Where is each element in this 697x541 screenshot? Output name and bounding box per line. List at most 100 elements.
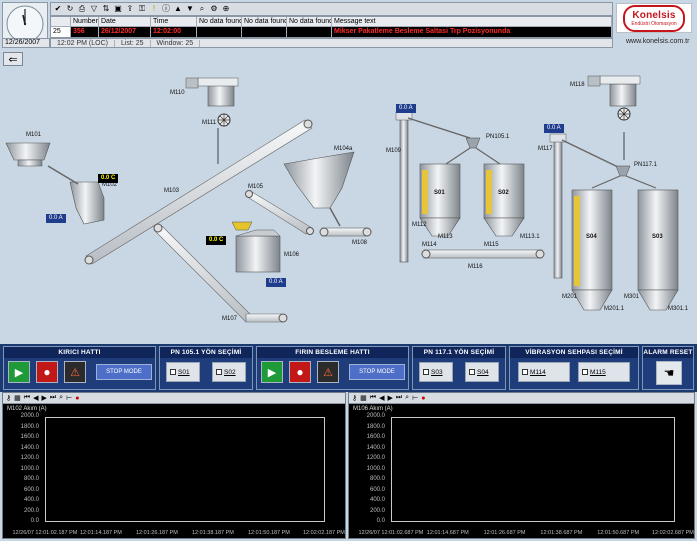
- tag-pn117: PN117.1: [634, 162, 657, 168]
- save-icon[interactable]: ▣: [113, 4, 123, 14]
- y-tick-label: 400.0: [23, 497, 39, 503]
- alarm-cell-empty: [242, 27, 287, 37]
- stop-icon[interactable]: ●: [75, 395, 79, 402]
- column-header-empty[interactable]: No data found: [197, 17, 242, 26]
- conveyor-m108[interactable]: [319, 227, 372, 237]
- y-tick-label: 800.0: [369, 476, 385, 482]
- diverter-pn105[interactable]: [445, 137, 501, 165]
- warning-icon[interactable]: !: [149, 4, 159, 14]
- column-header-number[interactable]: Number: [71, 17, 99, 26]
- info-icon[interactable]: ⓘ: [161, 4, 171, 14]
- process-mimic: M101 M102 M103 M104a M105 M106 M107 M108…: [0, 48, 697, 342]
- trend-chart-m106: ⚷ ▦ ⏮ ◀ ▶ ⏭ ⌕ ⊢ ● M106 Akım (A) 2000.0 18…: [348, 392, 695, 539]
- tag-m112: M112: [412, 222, 427, 228]
- mode-indicator: STOP MODE: [96, 364, 152, 380]
- panel-title: FIRIN BESLEME HATTI: [257, 347, 408, 358]
- settings-icon[interactable]: ⚙: [209, 4, 219, 14]
- first-icon[interactable]: ⏮: [370, 394, 376, 402]
- checkbox-s02[interactable]: S02: [212, 362, 246, 382]
- prev-icon[interactable]: ◀: [379, 394, 384, 402]
- refresh-icon[interactable]: ↻: [65, 4, 75, 14]
- y-tick-label: 1200.0: [20, 455, 39, 461]
- down-icon[interactable]: ▼: [185, 4, 195, 14]
- column-header-date[interactable]: Date: [99, 17, 151, 26]
- status-window: Window: 25: [151, 39, 201, 47]
- mixer-m104a[interactable]: [283, 151, 355, 227]
- alarm-ack-icon[interactable]: ✔: [53, 4, 63, 14]
- hopper-m101[interactable]: [5, 142, 51, 167]
- key-icon[interactable]: ⚷: [352, 394, 357, 402]
- tag-m116: M116: [468, 264, 483, 270]
- filter-icon[interactable]: ▽: [89, 4, 99, 14]
- checkbox-s01[interactable]: S01: [166, 362, 200, 382]
- alarm-reset-button[interactable]: ☚: [656, 361, 682, 385]
- up-icon[interactable]: ▲: [173, 4, 183, 14]
- stop-button[interactable]: ●: [289, 361, 311, 383]
- diverter-pn117[interactable]: [591, 165, 657, 189]
- y-tick-label: 600.0: [369, 486, 385, 493]
- checkbox-s04[interactable]: S04: [465, 362, 499, 382]
- x-tick-label: 12:02:02.187 PM: [303, 530, 345, 536]
- table-header: Number Date Time No data found No data f…: [51, 17, 612, 27]
- start-button[interactable]: ▶: [8, 361, 30, 383]
- checkbox-label: S01: [178, 368, 190, 376]
- mixer-m118[interactable]: [587, 75, 641, 160]
- key-icon[interactable]: ⚷: [6, 394, 11, 402]
- zoom-icon[interactable]: ⌕: [59, 394, 63, 402]
- column-header[interactable]: [51, 17, 71, 26]
- column-header-empty[interactable]: No data found: [242, 17, 287, 26]
- ruler-icon[interactable]: ⊢: [66, 394, 72, 402]
- tag-s01: S01: [434, 190, 445, 196]
- fault-reset-button[interactable]: ⚠: [64, 361, 86, 383]
- fault-reset-button[interactable]: ⚠: [317, 361, 339, 383]
- control-panel-bar: KIRICI HATTI ▶ ● ⚠ STOP MODE PN 105.1 YÖ…: [0, 344, 697, 392]
- next-icon[interactable]: ▶: [41, 394, 46, 402]
- y-tick-label: 0.0: [376, 518, 385, 524]
- column-header-empty[interactable]: No data found: [287, 17, 332, 26]
- stop-button[interactable]: ●: [36, 361, 58, 383]
- zoom-icon[interactable]: ⌕: [405, 394, 409, 402]
- table-icon[interactable]: ▦: [14, 394, 21, 402]
- conveyor-m116[interactable]: [421, 249, 545, 259]
- checkbox-m115[interactable]: M115: [578, 362, 630, 382]
- silo-s03[interactable]: [637, 189, 679, 311]
- plot-area[interactable]: [45, 417, 325, 522]
- last-icon[interactable]: ⏭: [50, 394, 56, 402]
- export-icon[interactable]: ⇪: [125, 4, 135, 14]
- search-icon[interactable]: ⌕: [197, 4, 207, 14]
- tag-pn105: PN105.1: [486, 134, 510, 140]
- silo-s04[interactable]: [571, 189, 613, 311]
- sort-icon[interactable]: ⇅: [101, 4, 111, 14]
- checkbox-s03[interactable]: S03: [419, 362, 453, 382]
- stop-icon[interactable]: ●: [421, 395, 425, 402]
- column-header-time[interactable]: Time: [151, 17, 197, 26]
- y-tick-label: 1200.0: [366, 455, 385, 461]
- zoom-icon[interactable]: ⊕: [221, 4, 231, 14]
- column-header-message[interactable]: Message text: [332, 17, 612, 26]
- ruler-icon[interactable]: ⊢: [412, 394, 418, 402]
- alarm-message: Mikser Pakatleme Besleme Saltasi Trp Poz…: [332, 27, 612, 37]
- silo-s02[interactable]: [483, 163, 525, 237]
- checkbox-box: [170, 369, 176, 375]
- start-button[interactable]: ▶: [261, 361, 283, 383]
- tag-s03: S03: [652, 234, 663, 240]
- lock-icon[interactable]: ⚿: [137, 4, 147, 14]
- conveyor-m105[interactable]: [245, 190, 314, 235]
- table-icon[interactable]: ▦: [360, 394, 367, 402]
- rotary-valve-m111[interactable]: [217, 113, 231, 127]
- rotary-valve-m116[interactable]: [617, 107, 631, 121]
- first-icon[interactable]: ⏮: [24, 394, 30, 402]
- panel-pn105-direction: PN 105.1 YÖN SEÇİMİ S01 S02: [159, 346, 253, 390]
- table-row[interactable]: 25 356 26/12/2007 12:02:00 Mikser Pakatl…: [51, 27, 612, 37]
- last-icon[interactable]: ⏭: [396, 394, 402, 402]
- next-icon[interactable]: ▶: [387, 394, 392, 402]
- mill-m106[interactable]: [231, 221, 281, 273]
- logo-name: Konelsis: [632, 9, 676, 21]
- checkbox-box: [469, 369, 475, 375]
- print-icon[interactable]: ⎙: [77, 4, 87, 14]
- plot-area[interactable]: [391, 417, 675, 522]
- tag-m113-1: M113.1: [520, 234, 540, 240]
- prev-icon[interactable]: ◀: [33, 394, 38, 402]
- y-tick-label: 800.0: [23, 476, 39, 482]
- checkbox-m114[interactable]: M114: [518, 362, 570, 382]
